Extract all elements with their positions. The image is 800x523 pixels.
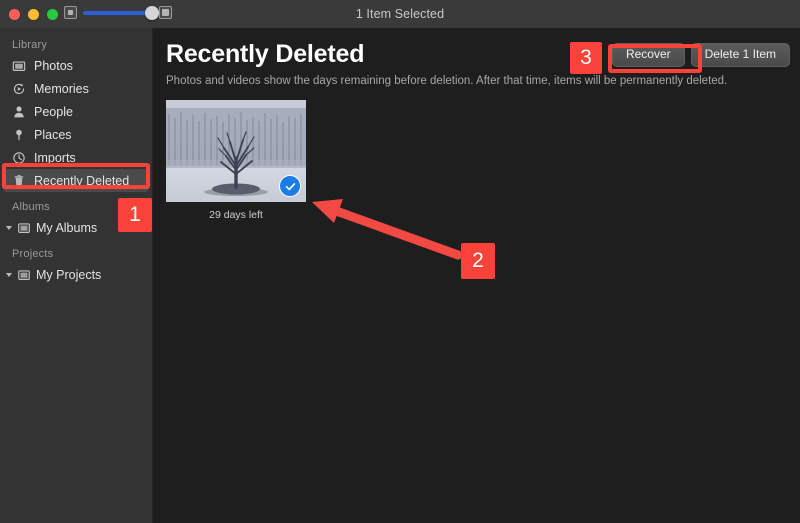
photo-grid-item[interactable]: 29 days left — [166, 100, 306, 221]
content-toolbar: Recover Delete 1 Item — [611, 43, 790, 67]
chevron-down-icon[interactable] — [6, 272, 12, 277]
sidebar-item-label: Memories — [34, 81, 89, 96]
photos-icon — [12, 60, 26, 71]
photo-thumbnail[interactable] — [166, 100, 306, 202]
maximize-button[interactable] — [47, 9, 58, 20]
photos-app-window: 1 Item Selected Library Photos Memories — [0, 0, 800, 523]
annotation-badge-1: 1 — [118, 198, 152, 232]
trash-icon — [14, 174, 24, 187]
photo-selection-checkmark[interactable] — [279, 175, 301, 197]
sidebar-item-label: Imports — [34, 150, 76, 165]
sidebar-item-imports[interactable]: Imports — [0, 146, 152, 169]
sidebar-item-label: Photos — [34, 58, 73, 73]
close-button[interactable] — [9, 9, 20, 20]
traffic-light-buttons — [9, 9, 58, 20]
minimize-button[interactable] — [28, 9, 39, 20]
chevron-down-icon[interactable] — [6, 225, 12, 230]
places-pin-icon — [16, 129, 22, 140]
sidebar: Library Photos Memories People Places Im… — [0, 28, 153, 523]
project-folder-icon — [18, 269, 30, 280]
annotation-badge-3: 3 — [570, 42, 602, 74]
zoom-slider-knob[interactable] — [145, 5, 159, 20]
delete-items-button[interactable]: Delete 1 Item — [690, 43, 790, 67]
photo-grid: 29 days left — [166, 100, 306, 221]
sidebar-item-photos[interactable]: Photos — [0, 54, 152, 77]
checkmark-icon — [285, 182, 295, 190]
sidebar-item-memories[interactable]: Memories — [0, 77, 152, 100]
album-folder-icon — [18, 222, 30, 233]
sidebar-item-label: My Albums — [36, 220, 98, 235]
sidebar-item-people[interactable]: People — [0, 100, 152, 123]
large-thumbnail-icon — [159, 6, 172, 19]
zoom-slider-track[interactable] — [83, 5, 159, 20]
imports-clock-icon — [13, 151, 25, 164]
sidebar-item-label: My Projects — [36, 267, 102, 282]
memories-icon — [13, 82, 25, 94]
photo-days-remaining: 29 days left — [209, 209, 263, 221]
sidebar-item-label: Recently Deleted — [34, 173, 130, 188]
window-titlebar: 1 Item Selected — [0, 0, 800, 29]
small-thumbnail-icon — [64, 6, 77, 19]
sidebar-item-label: People — [34, 104, 73, 119]
sidebar-section-projects: Projects — [12, 248, 54, 260]
sidebar-item-recently-deleted[interactable]: Recently Deleted — [3, 169, 149, 192]
annotation-badge-2: 2 — [461, 243, 495, 279]
sidebar-item-label: Places — [34, 127, 72, 142]
sidebar-item-places[interactable]: Places — [0, 123, 152, 146]
people-icon — [14, 105, 24, 117]
thumbnail-zoom-slider[interactable] — [64, 5, 172, 20]
sidebar-section-library: Library — [12, 39, 48, 51]
page-subtitle: Photos and videos show the days remainin… — [166, 75, 728, 87]
sidebar-item-my-projects[interactable]: My Projects — [0, 263, 152, 286]
recover-button[interactable]: Recover — [611, 43, 685, 67]
